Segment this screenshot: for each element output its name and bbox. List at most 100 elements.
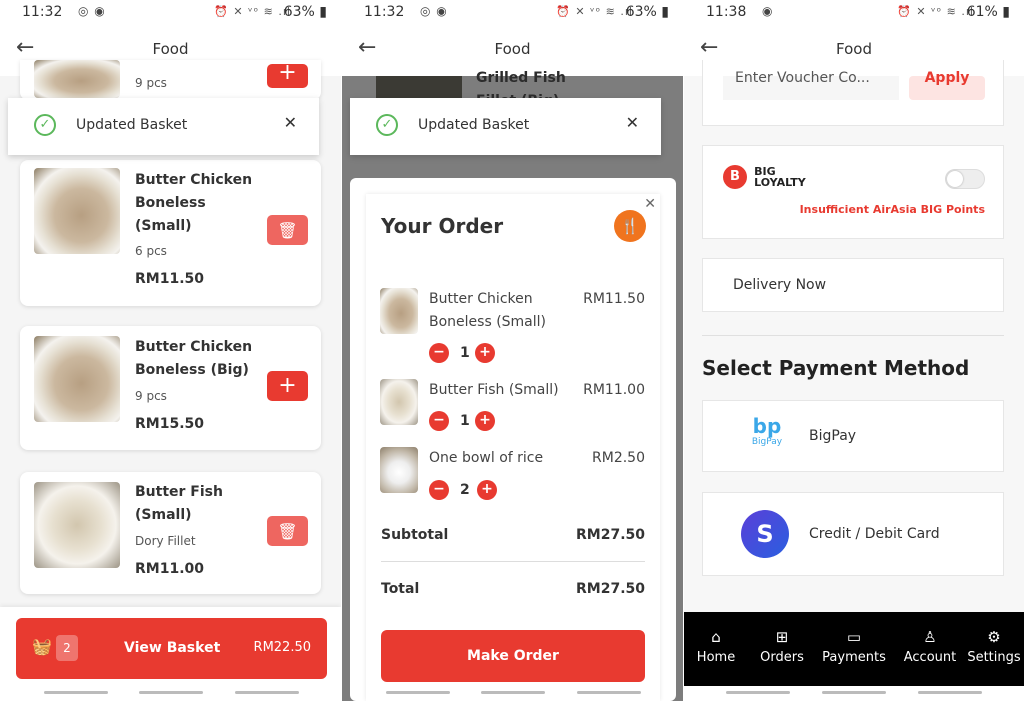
- nav-settings[interactable]: ⚙ Settings: [966, 628, 1022, 665]
- system-nav-bar: [386, 691, 450, 694]
- order-item-price: RM11.00: [583, 382, 645, 398]
- food-image: [380, 447, 418, 493]
- trash-icon: 🗑: [277, 221, 298, 240]
- big-loyalty-logo: B BIG LOYALTY: [723, 165, 806, 189]
- bottom-nav: ⌂ Home ⊞ Orders ▭ Payments ♙ Account ⚙ S…: [684, 612, 1024, 686]
- make-order-button[interactable]: Make Order: [381, 630, 645, 682]
- plus-icon: +: [278, 373, 297, 398]
- food-image: [34, 168, 120, 254]
- notification-icons: ◎ ◉: [420, 4, 448, 18]
- remove-button[interactable]: 🗑: [267, 516, 308, 546]
- system-nav-bar: [139, 691, 203, 694]
- fork-knife-icon: 🍴: [614, 210, 646, 242]
- order-modal: ✕ Your Order 🍴 Butter Chicken Boneless (…: [350, 178, 676, 701]
- status-time: 11:32: [22, 4, 63, 20]
- subtotal-label: Subtotal: [381, 527, 449, 543]
- menu-item-card: 9 pcs +: [20, 60, 321, 100]
- increase-qty-button[interactable]: +: [477, 480, 497, 500]
- check-circle-icon: ✓: [376, 114, 398, 136]
- battery-percent: 63%: [625, 4, 657, 20]
- divider: [381, 561, 645, 562]
- decrease-qty-button[interactable]: −: [429, 480, 449, 500]
- nav-label: Payments: [822, 650, 886, 665]
- item-name-line: Grilled Fish: [476, 70, 566, 86]
- signal-icons: ⏰ ✕ ᵛᵒ ≋ .ıl: [556, 5, 633, 18]
- payment-label: BigPay: [809, 428, 857, 444]
- item-desc: 9 pcs: [135, 76, 167, 90]
- payment-label: Credit / Debit Card: [809, 526, 940, 542]
- item-name: Butter Chicken Boneless (Big): [135, 336, 252, 382]
- nav-payments[interactable]: ▭ Payments: [818, 628, 890, 665]
- total-value: RM27.50: [576, 581, 645, 597]
- decrease-qty-button[interactable]: −: [429, 411, 449, 431]
- bigpay-mark: bp: [752, 414, 782, 438]
- order-item-name: Butter Fish (Small): [429, 382, 559, 398]
- increase-qty-button[interactable]: +: [475, 411, 495, 431]
- voucher-section: Enter Voucher Co... Apply: [702, 60, 1004, 126]
- battery-percent: 61%: [966, 4, 998, 20]
- close-icon[interactable]: ✕: [644, 196, 656, 212]
- food-image: [34, 60, 120, 98]
- nav-label: Orders: [760, 650, 804, 665]
- view-basket-button[interactable]: 🧺 2 View Basket RM22.50: [16, 618, 327, 679]
- voucher-input[interactable]: Enter Voucher Co...: [723, 71, 899, 100]
- status-bar: 11:38 ◉ ⏰ ✕ ᵛᵒ ≋ .ıl 61% ▮: [684, 0, 1024, 26]
- bigpay-logo-text: BigPay: [751, 437, 783, 447]
- order-item-price: RM2.50: [592, 450, 645, 466]
- screen-your-order: 11:32 ◎ ◉ ⏰ ✕ ᵛᵒ ≋ .ıl 63% ▮ ← Food Gril…: [342, 0, 683, 701]
- item-name-line: (Small): [135, 218, 192, 234]
- nav-label: Account: [903, 650, 957, 665]
- trash-icon: 🗑: [277, 522, 298, 541]
- screen-checkout: 11:38 ◉ ⏰ ✕ ᵛᵒ ≋ .ıl 61% ▮ ← Food Enter …: [684, 0, 1024, 701]
- check-circle-icon: ✓: [34, 114, 56, 136]
- increase-qty-button[interactable]: +: [475, 343, 495, 363]
- plus-icon: +: [278, 60, 297, 85]
- item-name: Butter Fish (Small): [135, 481, 223, 527]
- apply-button[interactable]: Apply: [909, 71, 985, 100]
- payment-option-bigpay[interactable]: bp BigPay BigPay: [702, 400, 1004, 472]
- item-name-line: Boneless (Small): [429, 314, 547, 330]
- close-icon[interactable]: ✕: [284, 113, 297, 132]
- nav-home[interactable]: ⌂ Home: [694, 628, 738, 665]
- payment-option-card[interactable]: S Credit / Debit Card: [702, 492, 1004, 576]
- signal-icons: ⏰ ✕ ᵛᵒ ≋ .ıl: [897, 5, 974, 18]
- food-image: [380, 379, 418, 425]
- voucher-placeholder: Enter Voucher Co...: [735, 70, 870, 86]
- delivery-option[interactable]: Delivery Now: [702, 258, 1004, 312]
- nav-account[interactable]: ♙ Account: [899, 628, 961, 665]
- basket-total: RM22.50: [253, 640, 311, 655]
- item-price: RM15.50: [135, 416, 204, 432]
- item-name-line: Butter Chicken: [135, 172, 253, 188]
- close-icon[interactable]: ✕: [626, 113, 639, 132]
- decrease-qty-button[interactable]: −: [429, 343, 449, 363]
- remove-button[interactable]: 🗑: [267, 215, 308, 245]
- make-order-label: Make Order: [467, 648, 559, 664]
- add-button[interactable]: +: [267, 62, 308, 88]
- qty-value: 1: [460, 345, 470, 361]
- menu-item-card: Butter Fish (Small) Dory Fillet RM11.00 …: [20, 472, 321, 594]
- home-icon: ⌂: [711, 628, 721, 646]
- toast-updated-basket: ✓ Updated Basket ✕: [8, 98, 319, 155]
- big-loyalty-section: B BIG LOYALTY Insufficient AirAsia BIG P…: [702, 145, 1004, 239]
- order-item-name: Butter Chicken Boneless (Small): [429, 288, 546, 334]
- status-bar: 11:32 ◎ ◉ ⏰ ✕ ᵛᵒ ≋ .ıl 63% ▮: [342, 0, 683, 26]
- page-title: Food: [152, 40, 189, 58]
- user-icon: ♙: [923, 628, 937, 646]
- system-nav-bar: [44, 691, 108, 694]
- food-image: [34, 482, 120, 568]
- nav-orders[interactable]: ⊞ Orders: [756, 628, 808, 665]
- system-nav-bar: [726, 691, 790, 694]
- item-desc: Dory Fillet: [135, 534, 196, 548]
- loyalty-toggle[interactable]: [945, 169, 985, 189]
- big-logo-badge: B: [723, 165, 747, 189]
- nav-label: Settings: [967, 650, 1021, 665]
- system-nav-bar: [918, 691, 982, 694]
- system-nav-bar: [481, 691, 545, 694]
- total-label: Total: [381, 581, 420, 597]
- add-button[interactable]: +: [267, 371, 308, 401]
- item-name-line: Butter Chicken: [429, 291, 533, 307]
- basket-icon: 🧺: [32, 637, 52, 656]
- qty-value: 2: [460, 482, 470, 498]
- basket-count: 2: [56, 635, 78, 661]
- payment-heading: Select Payment Method: [702, 356, 970, 380]
